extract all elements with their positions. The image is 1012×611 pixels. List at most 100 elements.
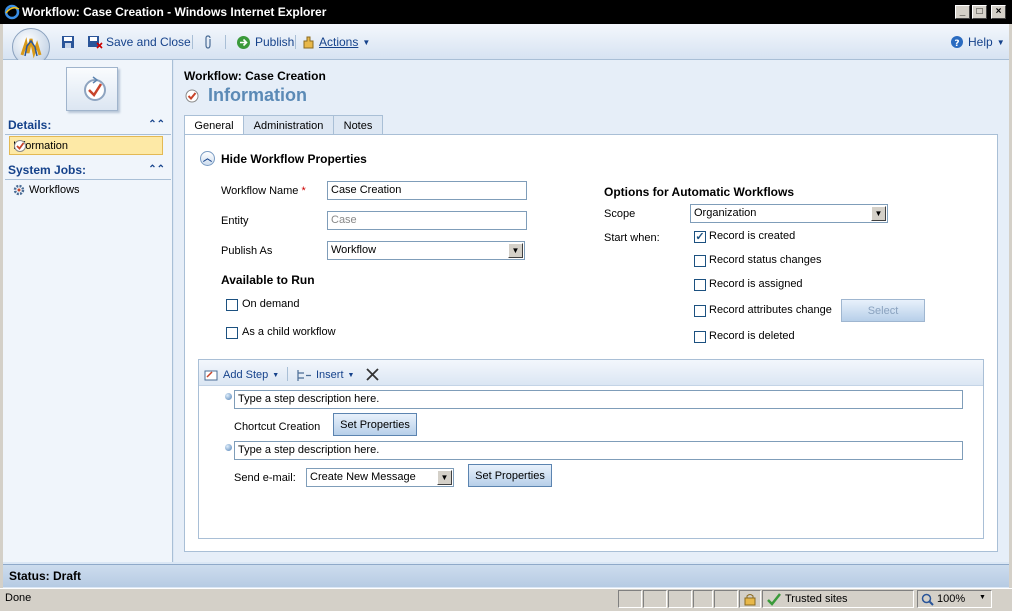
step-description-input[interactable]: Type a step description here.	[234, 390, 963, 409]
actions-menu[interactable]: Actions ▼	[301, 34, 370, 50]
tab-administration[interactable]: Administration	[243, 115, 334, 135]
form-status-bar: Status: Draft	[3, 564, 1009, 587]
chevron-down-icon: ▼	[347, 371, 355, 379]
svg-text:?: ?	[954, 39, 959, 49]
send-email-select[interactable]: Create New Message ▼	[306, 468, 454, 487]
automatic-workflows-heading: Options for Automatic Workflows	[604, 185, 795, 199]
tab-notes[interactable]: Notes	[333, 115, 383, 135]
record-attributes-change-checkbox[interactable]	[694, 305, 706, 317]
security-zone-label: Trusted sites	[785, 593, 848, 605]
toolbar-divider	[287, 367, 288, 381]
workflow-icon	[84, 76, 106, 101]
page-title: Information	[208, 85, 307, 105]
insert-menu[interactable]: Insert ▼	[296, 367, 354, 383]
collapse-circle-icon[interactable]: ︿	[200, 151, 215, 166]
toolbar: Save and Close Publish Actions ▼ ? Help …	[3, 24, 1009, 60]
child-workflow-label: As a child workflow	[242, 326, 336, 338]
window-title-bar: Workflow: Case Creation - Windows Intern…	[0, 0, 1012, 24]
toolbar-divider	[295, 35, 296, 49]
collapse-icon[interactable]: ⌃⌃	[148, 119, 165, 130]
window-title: Workflow: Case Creation - Windows Intern…	[22, 5, 327, 19]
step-bullet-icon	[225, 393, 232, 400]
record-created-checkbox[interactable]: ✓	[694, 231, 706, 243]
maximize-button[interactable]: □	[972, 5, 987, 19]
zoom-cell[interactable]: 100% ▼	[917, 590, 992, 608]
save-icon	[62, 36, 74, 48]
record-status-changes-checkbox[interactable]	[694, 255, 706, 267]
details-section-header[interactable]: Details: ⌃⌃	[5, 118, 169, 135]
set-properties-button[interactable]: Set Properties	[333, 413, 417, 436]
step-label: Chortcut Creation	[234, 421, 321, 433]
paperclip-icon	[205, 35, 211, 49]
protected-mode-cell[interactable]	[739, 590, 761, 608]
information-icon	[14, 140, 26, 152]
status-cell	[668, 590, 692, 608]
add-step-menu[interactable]: Add Step ▼	[204, 367, 279, 383]
select-attributes-button[interactable]: Select	[841, 299, 925, 322]
tab-general[interactable]: General	[184, 115, 244, 136]
publish-label: Publish	[255, 35, 295, 49]
help-label: Help	[968, 35, 993, 49]
step-bullet-icon	[225, 444, 232, 451]
nav-item-label: Workflows	[29, 184, 80, 196]
on-demand-label: On demand	[242, 298, 300, 310]
security-zone-cell[interactable]: Trusted sites	[762, 590, 914, 608]
send-email-label: Send e-mail:	[234, 472, 296, 484]
scope-value: Organization	[694, 207, 757, 219]
record-attributes-change-label: Record attributes change	[709, 304, 832, 316]
dropdown-arrow-icon[interactable]: ▼	[871, 206, 886, 221]
dropdown-arrow-icon[interactable]: ▼	[437, 470, 452, 485]
record-status-changes-label: Record status changes	[709, 254, 822, 266]
publish-button[interactable]: Publish	[236, 34, 294, 50]
dropdown-arrow-icon[interactable]: ▼	[508, 243, 523, 258]
record-created-label: Record is created	[709, 230, 796, 242]
lock-icon	[744, 594, 756, 606]
record-assigned-checkbox[interactable]	[694, 279, 706, 291]
record-subtitle: Workflow: Case Creation	[184, 69, 326, 83]
workflow-name-input[interactable]: Case Creation	[327, 181, 527, 200]
minimize-button[interactable]: _	[955, 5, 970, 19]
set-properties-button[interactable]: Set Properties	[468, 464, 552, 487]
scope-select[interactable]: Organization ▼	[690, 204, 888, 223]
child-workflow-checkbox[interactable]	[226, 327, 238, 339]
scope-label: Scope	[604, 208, 636, 220]
save-and-close-button[interactable]: Save and Close	[87, 34, 191, 50]
attach-button[interactable]	[203, 34, 213, 50]
entity-input: Case	[327, 211, 527, 230]
save-button[interactable]	[61, 34, 75, 50]
nav-divider	[5, 179, 171, 180]
details-header-label: Details:	[8, 118, 52, 132]
chevron-down-icon[interactable]: ▼	[979, 594, 986, 601]
system-jobs-section-header[interactable]: System Jobs: ⌃⌃	[5, 163, 169, 180]
help-menu[interactable]: ? Help ▼	[950, 34, 1005, 50]
record-assigned-label: Record is assigned	[709, 278, 803, 290]
record-deleted-label: Record is deleted	[709, 330, 795, 342]
on-demand-checkbox[interactable]	[226, 299, 238, 311]
chevron-down-icon: ▼	[362, 37, 371, 47]
workflow-name-label: Workflow Name *	[221, 185, 306, 197]
close-button[interactable]: ×	[991, 5, 1006, 19]
publish-icon	[237, 35, 250, 49]
section-toggle-label: Hide Workflow Properties	[221, 151, 367, 166]
chevron-down-icon: ▼	[272, 371, 280, 379]
collapse-icon[interactable]: ⌃⌃	[148, 164, 165, 175]
publish-as-select[interactable]: Workflow ▼	[327, 241, 525, 260]
save-and-close-label: Save and Close	[106, 35, 191, 49]
help-icon: ?	[951, 36, 963, 49]
toolbar-divider	[225, 35, 226, 49]
publish-as-value: Workflow	[331, 244, 377, 256]
section-toggle[interactable]: ︿ Hide Workflow Properties	[200, 151, 367, 166]
step-description-input[interactable]: Type a step description here.	[234, 441, 963, 460]
form-status: Status: Draft	[9, 569, 82, 583]
status-cell	[714, 590, 738, 608]
workflow-entity-image	[66, 67, 118, 111]
record-deleted-checkbox[interactable]	[694, 331, 706, 343]
workflows-gear-icon	[13, 184, 25, 196]
delete-step-icon[interactable]	[366, 368, 379, 381]
browser-status-text: Done	[5, 592, 32, 604]
nav-item-information[interactable]: Information	[9, 136, 163, 155]
nav-item-workflows[interactable]: Workflows	[9, 181, 163, 199]
toolbar-divider	[192, 35, 193, 49]
nav-divider	[5, 134, 171, 135]
insert-icon	[297, 369, 311, 381]
